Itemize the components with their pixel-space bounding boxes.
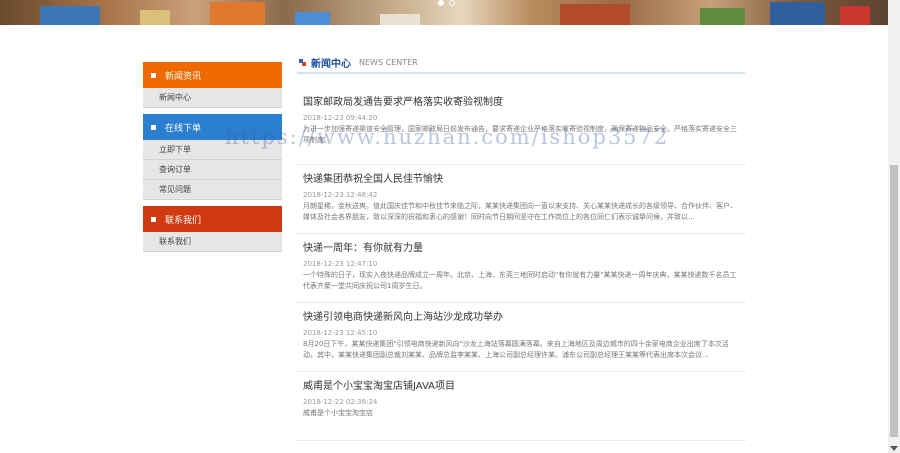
square-bullet-icon [151,216,156,222]
sidebar-item-news-center[interactable]: 新闻中心 [143,88,282,108]
slider-dot[interactable] [438,0,444,6]
news-summary: 月朗星稀，金秋送爽。值此国庆佳节和中秋佳节来临之际，某某快递集团向一直以来支持、… [303,202,737,221]
sidebar-heading-label: 在线下单 [165,123,202,134]
sidebar-item-faq[interactable]: 常见问题 [143,180,282,200]
section-subtitle: NEWS CENTER [359,57,418,67]
news-title-link[interactable]: 快递集团恭祝全国人民佳节愉快 [303,173,739,187]
list-item: 快递一周年：有你就有力量 2018-12-23 12:47:10 一个特殊的日子… [297,234,745,303]
list-item: 快递引领电商快递新风向上海站沙龙成功举办 2018-12-23 12:45:10… [297,303,745,372]
sidebar-heading-contact: 联系我们 [143,206,282,232]
list-item: 威甫是个小宝宝淘宝店铺JAVA项目 2018-12-22 02:36:24 威甫… [297,372,745,441]
sidebar-heading-label: 联系我们 [165,215,202,226]
news-summary: 一个特殊的日子，现实入夜快递品牌成立一周年。北京、上海、东莞三地同时启动"有你就… [303,271,737,290]
square-bullet-icon [151,72,156,78]
list-item: 快递集团恭祝全国人民佳节愉快 2018-12-23 12:48:42 月朗星稀，… [297,165,745,234]
sidebar: 新闻资讯 新闻中心 在线下单 立即下单 查询订单 常见问题 联系我们 联系我们 [143,62,282,258]
news-date: 2018-12-22 02:36:24 [303,398,378,406]
news-date: 2018-12-23 12:48:42 [303,191,378,199]
top-banner [0,0,888,25]
news-summary: 威甫是个小宝宝淘宝店 [303,409,373,417]
news-section-icon [299,58,306,66]
section-header: 新闻中心 NEWS CENTER [297,52,745,74]
square-bullet-icon [151,124,156,130]
news-title-link[interactable]: 国家邮政局发通告要求严格落实收寄验视制度 [303,96,739,110]
news-date: 2018-12-23 12:47:10 [303,260,378,268]
sidebar-heading-label: 新闻资讯 [165,71,202,82]
section-title: 新闻中心 [311,58,351,70]
news-summary: 8月20日下午，某某快递集团"引领电商快递新风向"沙龙上海站落幕圆满落幕。来自上… [303,340,729,359]
news-title-link[interactable]: 快递一周年：有你就有力量 [303,242,739,256]
sidebar-heading-news: 新闻资讯 [143,62,282,88]
sidebar-item-contact-us[interactable]: 联系我们 [143,232,282,252]
news-date: 2018-12-23 12:45:10 [303,329,378,337]
sidebar-item-query-order[interactable]: 查询订单 [143,160,282,180]
scroll-down-arrow-icon[interactable] [890,446,898,451]
sidebar-group-contact: 联系我们 联系我们 [143,206,282,252]
news-date: 2018-12-23 09:44:20 [303,114,378,122]
main-content: 新闻中心 NEWS CENTER 国家邮政局发通告要求严格落实收寄验视制度 20… [297,52,745,441]
vertical-scrollbar[interactable] [888,0,900,453]
news-title-link[interactable]: 快递引领电商快递新风向上海站沙龙成功举办 [303,311,739,325]
slider-dot[interactable] [449,0,455,6]
sidebar-group-news: 新闻资讯 新闻中心 [143,62,282,108]
slider-dots [438,0,455,6]
watermark: https://www.huzhan.com/ishop3572 [225,125,670,149]
scrollbar-thumb[interactable] [890,165,898,437]
news-title-link[interactable]: 威甫是个小宝宝淘宝店铺JAVA项目 [303,380,739,394]
